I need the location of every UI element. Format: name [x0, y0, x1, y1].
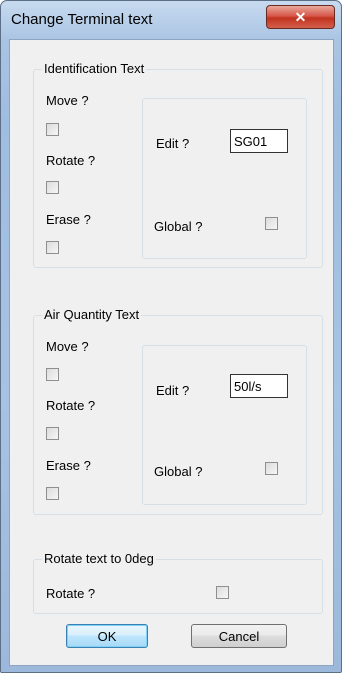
- aq-rotate-label: Rotate ?: [46, 398, 96, 413]
- id-move-checkbox[interactable]: [46, 123, 59, 136]
- id-global-label: Global ?: [154, 219, 203, 234]
- identification-text-legend: Identification Text: [42, 61, 147, 76]
- rotate-zero-legend: Rotate text to 0deg: [42, 551, 156, 566]
- id-rotate-label: Rotate ?: [46, 153, 96, 168]
- cancel-button[interactable]: Cancel: [191, 624, 287, 648]
- id-erase-label: Erase ?: [46, 212, 91, 227]
- aq-erase-checkbox[interactable]: [46, 487, 59, 500]
- aq-rotate-checkbox[interactable]: [46, 427, 59, 440]
- ok-button[interactable]: OK: [66, 624, 148, 648]
- aq-global-checkbox[interactable]: [265, 462, 278, 475]
- aq-erase-label: Erase ?: [46, 458, 91, 473]
- id-global-checkbox[interactable]: [265, 217, 278, 230]
- air-quantity-text-legend: Air Quantity Text: [42, 307, 142, 322]
- id-rotate-checkbox[interactable]: [46, 181, 59, 194]
- aq-edit-label: Edit ?: [156, 383, 190, 398]
- close-icon: ✕: [294, 8, 307, 25]
- aq-global-label: Global ?: [154, 464, 203, 479]
- dialog-window: Change Terminal text ✕ Identification Te…: [0, 0, 342, 673]
- rotate-zero-checkbox[interactable]: [216, 586, 229, 599]
- title-bar[interactable]: Change Terminal text ✕: [1, 1, 341, 39]
- id-move-label: Move ?: [46, 93, 89, 108]
- rotate-zero-label: Rotate ?: [46, 586, 96, 601]
- aq-edit-panel: [142, 345, 307, 505]
- aq-move-label: Move ?: [46, 339, 89, 354]
- id-erase-checkbox[interactable]: [46, 241, 59, 254]
- close-button[interactable]: ✕: [266, 5, 335, 29]
- dialog-client-area: Identification Text Move ? Rotate ? Eras…: [9, 39, 334, 666]
- id-edit-label: Edit ?: [156, 136, 190, 151]
- aq-edit-input[interactable]: [230, 374, 288, 398]
- window-title: Change Terminal text: [11, 11, 153, 28]
- aq-move-checkbox[interactable]: [46, 368, 59, 381]
- id-edit-panel: [142, 98, 307, 259]
- id-edit-input[interactable]: [230, 129, 288, 153]
